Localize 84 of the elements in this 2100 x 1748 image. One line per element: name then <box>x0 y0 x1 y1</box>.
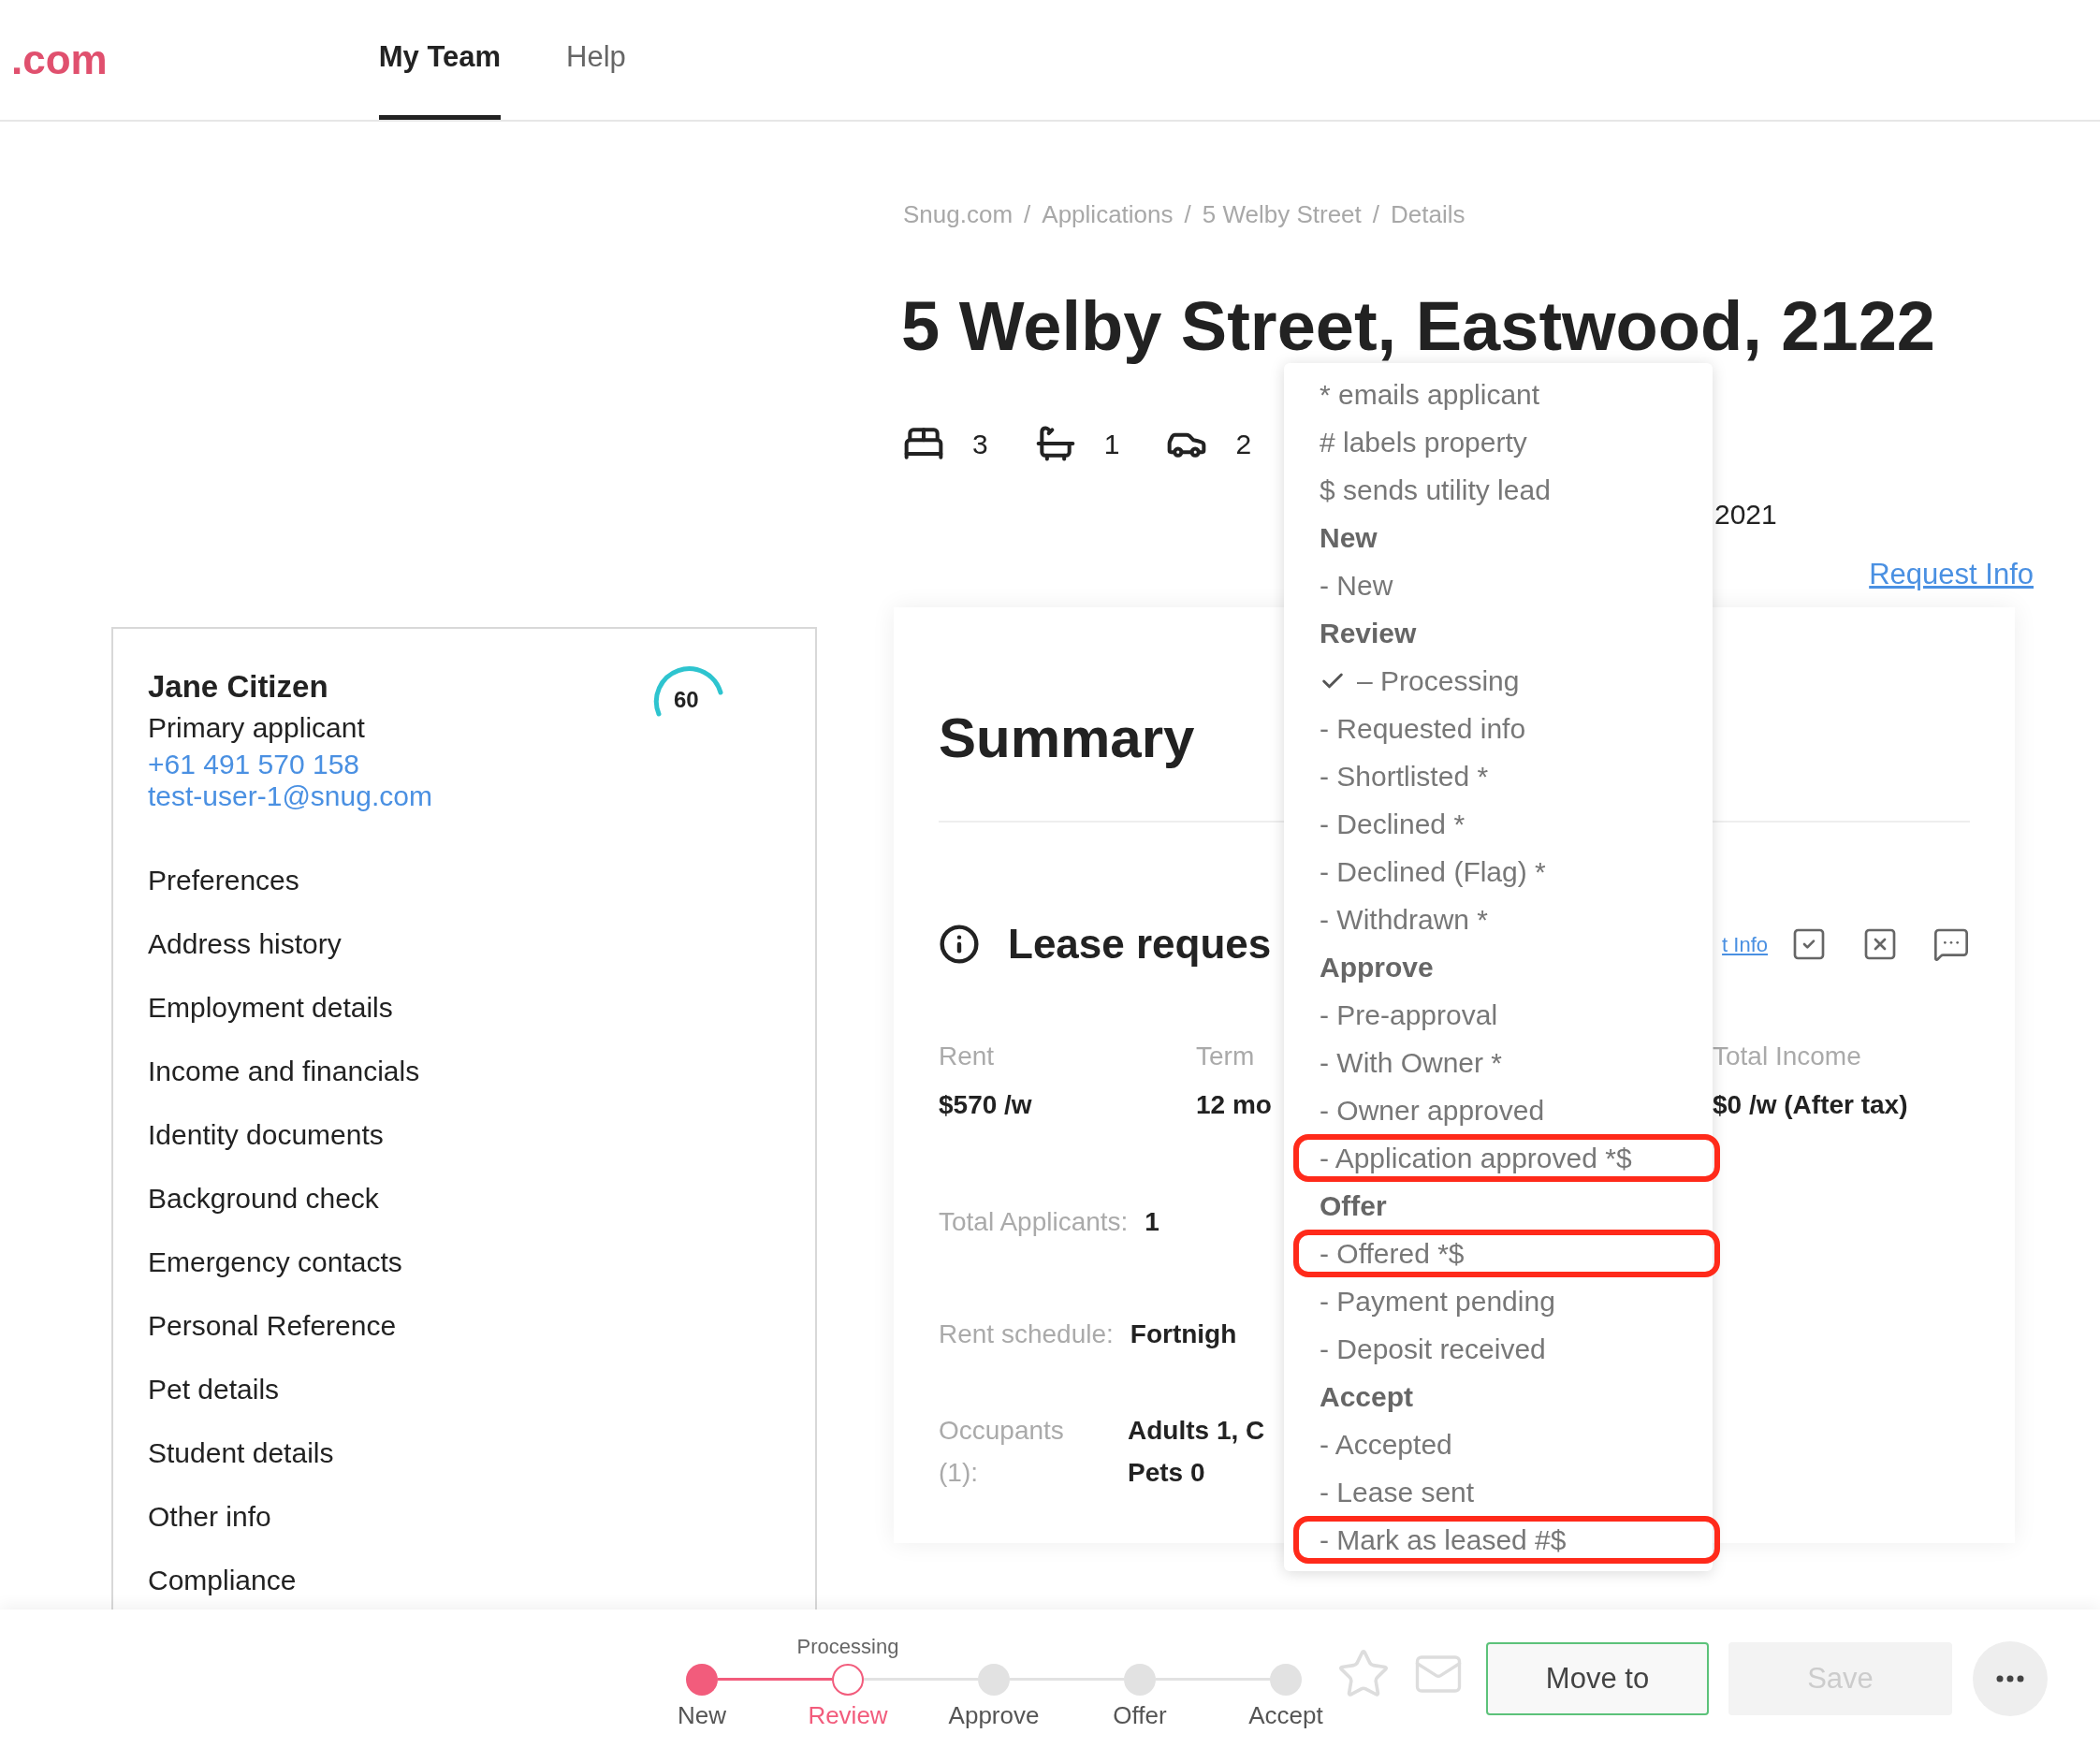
more-icon <box>1996 1675 2024 1682</box>
menu-option[interactable]: - Lease sent <box>1284 1468 1713 1516</box>
property-title: 5 Welby Street, Eastwood, 2122 <box>901 286 1936 367</box>
menu-group-heading: Review <box>1319 617 1418 650</box>
breadcrumb-separator: / <box>1024 199 1031 230</box>
field-value: $0 /w (After tax) <box>1713 1090 1908 1120</box>
feature-count: 2 <box>1235 427 1252 461</box>
menu-option[interactable]: - Declined (Flag) * <box>1284 848 1713 896</box>
section-link[interactable]: Compliance <box>148 1548 780 1611</box>
step-label[interactable]: Review <box>808 1697 888 1734</box>
menu-option[interactable]: - With Owner * <box>1284 1039 1713 1086</box>
field-value: Pets 0 <box>1128 1457 1206 1489</box>
move-to-button[interactable]: Move to <box>1486 1642 1709 1715</box>
field-label: Total Applicants: <box>939 1207 1129 1237</box>
menu-note: # labels property <box>1319 426 1528 459</box>
info-icon <box>939 924 980 965</box>
menu-option[interactable]: - Owner approved <box>1284 1086 1713 1134</box>
breadcrumb-separator: / <box>1184 199 1191 230</box>
menu-option[interactable]: - Shortlisted * <box>1284 752 1713 800</box>
menu-note: * emails applicant <box>1319 378 1541 412</box>
step-label[interactable]: Accept <box>1248 1697 1323 1734</box>
nav-tab[interactable]: Help <box>566 0 626 120</box>
menu-group-heading: Approve <box>1319 951 1435 984</box>
score-value: 60 <box>674 687 699 713</box>
step-label[interactable]: Offer <box>1113 1697 1167 1734</box>
menu-option[interactable]: - Pre-approval <box>1284 991 1713 1039</box>
breadcrumb-link[interactable]: 5 Welby Street <box>1202 197 1362 233</box>
breadcrumb-separator: / <box>1372 199 1380 230</box>
field-value: Fortnigh <box>1130 1319 1237 1349</box>
logo[interactable]: .com <box>11 29 108 91</box>
section-link[interactable]: Student details <box>148 1420 780 1484</box>
field-label: Occupants <box>939 1415 1065 1447</box>
menu-option[interactable]: - New <box>1284 561 1713 609</box>
section-link[interactable]: Income and financials <box>148 1039 780 1102</box>
section-link[interactable]: Employment details <box>148 975 780 1039</box>
feature-count: 1 <box>1103 427 1120 461</box>
field-label: Term <box>1196 1042 1255 1071</box>
applicant-role: Primary applicant <box>148 711 366 745</box>
menu-option[interactable]: - Accepted <box>1284 1420 1713 1468</box>
field-value: $570 /w <box>939 1090 1032 1120</box>
section-link[interactable]: Background check <box>148 1166 780 1230</box>
menu-group-heading: Accept <box>1319 1380 1415 1414</box>
section-link[interactable]: Address history <box>148 911 780 975</box>
field-value: Adults 1, C <box>1128 1415 1265 1447</box>
menu-note: $ sends utility lead <box>1319 473 1552 507</box>
step-label[interactable]: New <box>678 1697 726 1734</box>
summary-heading: Summary <box>939 706 1195 771</box>
applicant-name: Jane Citizen <box>148 668 329 706</box>
step-caption: Processing <box>796 1633 899 1660</box>
email-link[interactable]: test-user-1@snug.com <box>148 780 432 812</box>
breadcrumb-link[interactable]: Snug.com <box>903 197 1014 233</box>
menu-option[interactable]: - Deposit received <box>1284 1325 1713 1373</box>
date-text: 2021 <box>1714 498 1777 532</box>
field-label: (1): <box>939 1457 979 1489</box>
section-link[interactable]: Identity documents <box>148 1102 780 1166</box>
menu-option[interactable]: – Processing <box>1284 657 1713 705</box>
menu-group-heading: Offer <box>1319 1189 1388 1223</box>
lease-request-heading: Lease reques <box>1008 920 1272 969</box>
menu-option[interactable]: - Payment pending <box>1284 1277 1713 1325</box>
breadcrumb-link[interactable]: Applications <box>1042 197 1174 233</box>
section-link[interactable]: Other info <box>148 1484 780 1548</box>
field-label: Rent schedule: <box>939 1319 1114 1349</box>
phone-link[interactable]: +61 491 570 158 <box>148 749 432 780</box>
menu-option[interactable]: - Application approved *$ <box>1293 1134 1720 1182</box>
nav-tab[interactable]: My Team <box>378 0 502 120</box>
request-info-link[interactable]: Request Info <box>1869 552 2034 597</box>
section-link[interactable]: Personal Reference <box>148 1293 780 1357</box>
field-label: Total Income <box>1713 1042 1861 1071</box>
section-link[interactable]: Preferences <box>148 848 780 911</box>
menu-option[interactable]: - Withdrawn * <box>1284 896 1713 943</box>
field-label: Rent <box>939 1042 995 1071</box>
section-link[interactable]: Pet details <box>148 1357 780 1420</box>
breadcrumb-link[interactable]: Details <box>1391 197 1466 233</box>
field-value: 1 <box>1145 1207 1159 1237</box>
request-info-link[interactable]: t Info <box>1722 928 1768 960</box>
step-label[interactable]: Approve <box>948 1697 1040 1734</box>
section-link[interactable]: Emergency contacts <box>148 1230 780 1293</box>
menu-group-heading: New <box>1319 521 1378 555</box>
field-value: 12 mo <box>1196 1090 1272 1120</box>
menu-option[interactable]: - Mark as leased #$ <box>1293 1516 1720 1564</box>
menu-option[interactable]: - Offered *$ <box>1293 1230 1720 1277</box>
feature-count: 3 <box>972 427 988 461</box>
menu-option[interactable]: - Requested info <box>1284 705 1713 752</box>
menu-option[interactable]: - Declined * <box>1284 800 1713 848</box>
